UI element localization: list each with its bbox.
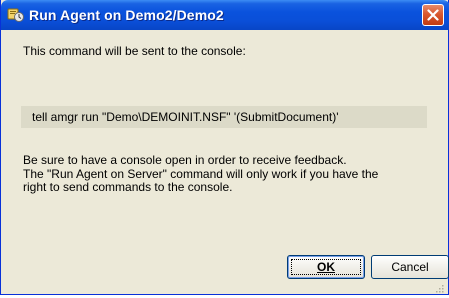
- dialog-title: Run Agent on Demo2/Demo2: [29, 7, 224, 23]
- info-line: The "Run Agent on Server" command will o…: [23, 166, 379, 181]
- info-text: Be sure to have a console open in order …: [23, 153, 443, 195]
- title-bar[interactable]: Run Agent on Demo2/Demo2: [1, 0, 449, 30]
- close-icon: [427, 9, 439, 21]
- info-line: right to send commands to the console.: [23, 180, 233, 194]
- message-text: This command will be sent to the console…: [23, 44, 246, 58]
- cancel-button[interactable]: Cancel: [371, 255, 449, 279]
- info-line: Be sure to have a console open in order …: [23, 153, 347, 167]
- ok-button[interactable]: OK: [287, 255, 365, 279]
- run-agent-dialog: Run Agent on Demo2/Demo2 This command wi…: [0, 0, 449, 295]
- command-text: tell amgr run "Demo\DEMOINIT.NSF" '(Subm…: [21, 106, 427, 128]
- resize-grip-icon[interactable]: [434, 280, 444, 293]
- ok-label: OK: [317, 260, 335, 274]
- close-button[interactable]: [422, 4, 444, 26]
- lotus-notes-icon: [7, 7, 25, 23]
